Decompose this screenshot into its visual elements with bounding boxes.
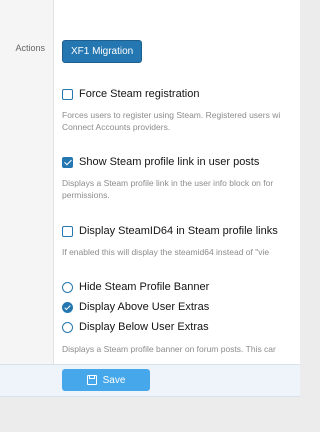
banner-option-above[interactable]: Display Above User Extras	[62, 301, 209, 313]
save-label: Save	[102, 374, 126, 386]
profile-link-description: Displays a Steam profile link in the use…	[62, 177, 300, 201]
steamid64-label: Display SteamID64 in Steam profile links	[79, 225, 278, 237]
banner-label-hide: Hide Steam Profile Banner	[79, 281, 210, 293]
banner-option-hide[interactable]: Hide Steam Profile Banner	[62, 281, 209, 293]
profile-link-checkbox[interactable]	[62, 156, 73, 168]
label-column: Actions	[0, 0, 54, 364]
force-registration-description: Forces users to register using Steam. Re…	[62, 109, 300, 133]
banner-radio-below[interactable]	[62, 321, 73, 333]
actions-label: Actions	[15, 43, 45, 53]
force-registration-label: Force Steam registration	[79, 88, 200, 100]
steamid64-description: If enabled this will display the steamid…	[62, 246, 300, 258]
force-registration-option[interactable]: Force Steam registration	[62, 88, 199, 100]
banner-label-below: Display Below User Extras	[79, 321, 209, 333]
banner-desc-line1: Displays a Steam profile banner on forum…	[62, 344, 276, 354]
force-registration-desc-line2: Connect Accounts providers.	[62, 122, 171, 132]
save-icon	[86, 375, 97, 385]
profile-link-desc-line1: Displays a Steam profile link in the use…	[62, 178, 274, 188]
banner-description: Displays a Steam profile banner on forum…	[62, 343, 300, 355]
save-button[interactable]: Save	[62, 369, 150, 391]
steamid64-checkbox[interactable]	[62, 225, 73, 237]
steamid64-option[interactable]: Display SteamID64 in Steam profile links	[62, 225, 278, 237]
banner-label-above: Display Above User Extras	[79, 301, 210, 313]
banner-option-below[interactable]: Display Below User Extras	[62, 321, 209, 333]
profile-link-label: Show Steam profile link in user posts	[79, 156, 260, 168]
banner-radio-hide[interactable]	[62, 281, 73, 293]
force-registration-desc-line1: Forces users to register using Steam. Re…	[62, 110, 281, 120]
profile-link-option[interactable]: Show Steam profile link in user posts	[62, 156, 259, 168]
options-panel: Actions XF1 Migration Force Steam regist…	[0, 0, 300, 364]
form-footer: Save	[0, 364, 300, 397]
banner-radio-above[interactable]	[62, 301, 73, 313]
force-registration-checkbox[interactable]	[62, 88, 73, 100]
profile-link-desc-line2: permissions.	[62, 190, 110, 200]
xf1-migration-button[interactable]: XF1 Migration	[62, 40, 143, 63]
steamid64-desc-line1: If enabled this will display the steamid…	[62, 247, 270, 257]
